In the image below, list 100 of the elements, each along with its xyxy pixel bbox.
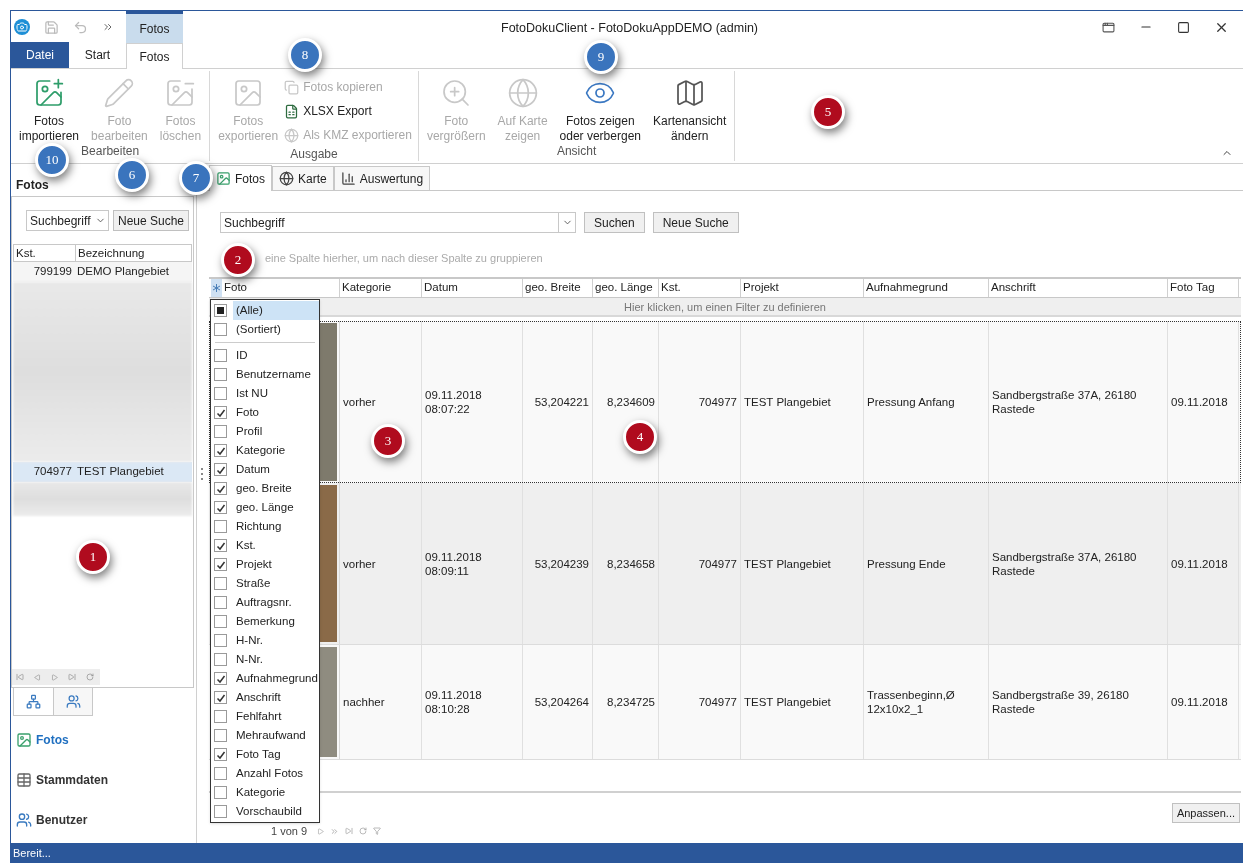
checkbox[interactable] [214, 349, 227, 362]
menu-item[interactable]: Kategorie [211, 783, 319, 802]
column-header[interactable]: Kategorie [340, 279, 422, 297]
column-header[interactable]: geo. Breite [523, 279, 593, 297]
menu-item[interactable]: Benutzername [211, 365, 319, 384]
checkbox[interactable] [214, 387, 227, 400]
checkbox[interactable] [214, 710, 227, 723]
next-page-group-icon[interactable] [330, 826, 340, 836]
list-row[interactable]: 799199 DEMO Plangebiet [13, 262, 192, 282]
menu-item[interactable]: Fehlfahrt [211, 707, 319, 726]
menu-item[interactable]: Datum [211, 460, 319, 479]
content-tab[interactable]: Fotos [209, 165, 272, 191]
menu-item[interactable]: Aufnahmegrund [211, 669, 319, 688]
checkbox[interactable] [214, 501, 227, 514]
column-header[interactable]: Foto [209, 279, 340, 297]
ribbon-button[interactable]: Fotos zeigen oder verbergen [553, 71, 647, 144]
menu-item[interactable]: Ist NU [211, 384, 319, 403]
menu-item[interactable]: Richtung [211, 517, 319, 536]
menu-item[interactable]: (Sortiert) [211, 320, 319, 339]
refresh-icon[interactable] [86, 673, 94, 681]
checkbox[interactable] [214, 323, 227, 336]
menu-item[interactable]: Anzahl Fotos [211, 764, 319, 783]
search-combo[interactable]: Suchbegriff [26, 210, 109, 231]
checkbox[interactable] [214, 653, 227, 666]
menu-item[interactable]: Anschrift [211, 688, 319, 707]
checkbox[interactable] [214, 463, 227, 476]
menu-item[interactable]: Profil [211, 422, 319, 441]
checkbox[interactable] [214, 691, 227, 704]
search-combo[interactable]: Suchbegriff [220, 212, 576, 233]
search-button[interactable]: Suchen [584, 212, 645, 233]
content-tab[interactable]: Auswertung [333, 166, 431, 190]
menu-item[interactable]: N-Nr. [211, 650, 319, 669]
new-search-button[interactable]: Neue Suche [113, 210, 190, 231]
checkbox[interactable] [214, 748, 227, 761]
checkbox[interactable] [214, 425, 227, 438]
save-icon[interactable] [44, 19, 59, 35]
filter-icon[interactable] [373, 827, 382, 835]
content-tab[interactable]: Karte [272, 166, 334, 190]
undo-icon[interactable] [73, 19, 88, 35]
column-header[interactable]: Kst. [659, 279, 741, 297]
checkbox[interactable] [214, 615, 227, 628]
restore-ribbon-icon[interactable] [1102, 20, 1115, 34]
ribbon-button[interactable]: Fotos importieren [13, 71, 86, 144]
search-button[interactable]: Neue Suche [652, 212, 739, 233]
menu-item[interactable]: Kategorie [211, 441, 319, 460]
checkbox[interactable] [214, 558, 227, 571]
nav-item[interactable]: Stammdaten [16, 770, 196, 790]
ribbon-button[interactable]: Kartenansicht ändern [647, 71, 733, 144]
next-page-icon[interactable] [317, 827, 325, 835]
more-icon[interactable] [102, 21, 114, 33]
menu-item[interactable]: Kst. [211, 536, 319, 555]
menu-item[interactable]: Vorschaubild [211, 802, 319, 821]
nav-item[interactable]: Benutzer [16, 810, 196, 830]
column-header[interactable]: Projekt [741, 279, 864, 297]
checkbox[interactable] [214, 577, 227, 590]
menu-item[interactable]: Foto [211, 403, 319, 422]
checkbox[interactable] [214, 767, 227, 780]
last-page-icon[interactable] [345, 827, 354, 835]
first-page-icon[interactable] [16, 673, 24, 681]
checkbox[interactable] [214, 729, 227, 742]
filter-row[interactable]: Hier klicken, um einen Filter zu definieren [624, 298, 826, 315]
ribbon-tab[interactable]: Start [69, 42, 126, 68]
menu-item[interactable]: geo. Länge [211, 498, 319, 517]
checkbox[interactable] [214, 539, 227, 552]
menu-item[interactable]: Straße [211, 574, 319, 593]
checkbox[interactable] [214, 596, 227, 609]
column-header[interactable]: Kst. [14, 245, 76, 261]
refresh-icon[interactable] [359, 827, 368, 835]
column-header[interactable]: Bezeichnung [76, 245, 191, 261]
list-row[interactable]: 704977 TEST Plangebiet [13, 462, 192, 482]
panel-icon-tab[interactable] [53, 688, 93, 716]
ribbon-button[interactable]: XLSX Export [284, 99, 412, 123]
checkbox[interactable] [214, 304, 227, 317]
checkbox[interactable] [214, 634, 227, 647]
menu-item[interactable]: Bemerkung [211, 612, 319, 631]
menu-item[interactable]: Mehraufwand [211, 726, 319, 745]
column-header[interactable]: Foto Tag [1168, 279, 1239, 297]
column-header[interactable]: Aufnahmegrund [864, 279, 989, 297]
last-page-icon[interactable] [68, 673, 76, 681]
column-header[interactable]: geo. Länge [593, 279, 659, 297]
checkbox[interactable] [214, 672, 227, 685]
next-page-icon[interactable] [51, 673, 58, 681]
checkbox[interactable] [214, 786, 227, 799]
checkbox[interactable] [214, 406, 227, 419]
panel-icon-tab[interactable] [13, 688, 53, 716]
checkbox[interactable] [214, 482, 227, 495]
ribbon-tab[interactable]: Datei [11, 42, 69, 68]
customize-button[interactable]: Anpassen... [1171, 803, 1240, 823]
maximize-icon[interactable] [1177, 20, 1190, 34]
menu-item[interactable]: (Alle) [211, 301, 319, 320]
column-header[interactable]: Datum [422, 279, 523, 297]
checkbox[interactable] [214, 444, 227, 457]
column-header[interactable]: Anschrift [989, 279, 1168, 297]
menu-item[interactable]: Auftragsnr. [211, 593, 319, 612]
checkbox[interactable] [214, 805, 227, 818]
checkbox[interactable] [214, 368, 227, 381]
ribbon-tab[interactable]: Fotos [126, 43, 183, 69]
menu-item[interactable]: Projekt [211, 555, 319, 574]
previous-page-icon[interactable] [34, 673, 41, 681]
menu-item[interactable]: ID [211, 346, 319, 365]
